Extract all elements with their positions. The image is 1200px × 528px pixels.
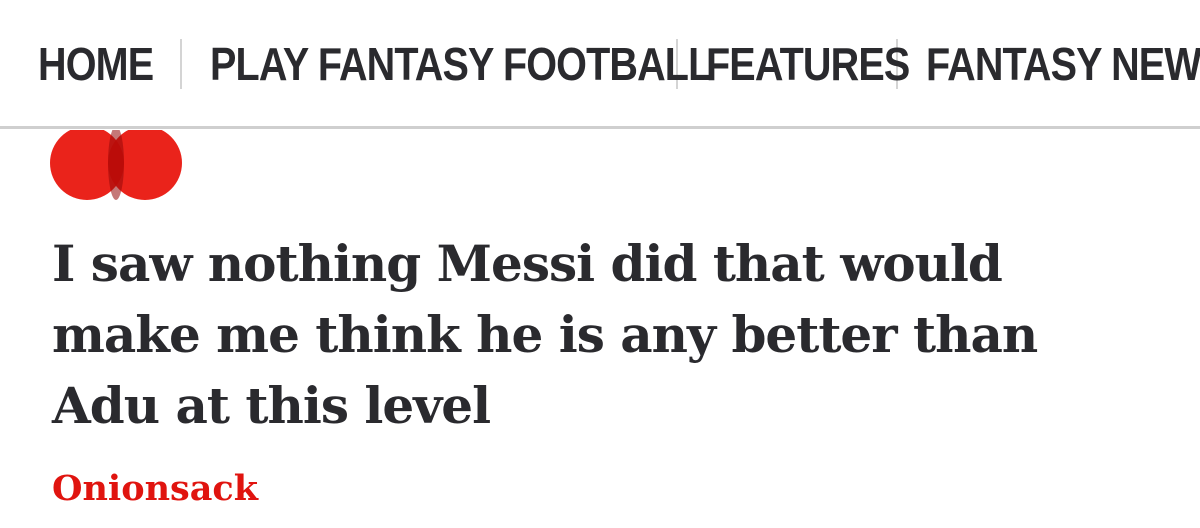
nav-separator bbox=[180, 39, 182, 89]
site-logo[interactable] bbox=[50, 130, 190, 202]
nav-item-fantasy-news[interactable]: FANTASY NEWS bbox=[926, 34, 1200, 94]
nav-item-home[interactable]: HOME bbox=[38, 34, 154, 94]
article-author[interactable]: Onionsack bbox=[52, 464, 258, 514]
article-headline[interactable]: I saw nothing Messi did that would make … bbox=[52, 228, 1152, 441]
nav-item-features[interactable]: FEATURES bbox=[706, 34, 910, 94]
top-navigation: HOME PLAY FANTASY FOOTBALL FEATURES FANT… bbox=[0, 0, 1200, 129]
nav-item-play-fantasy-football[interactable]: PLAY FANTASY FOOTBALL bbox=[210, 34, 712, 94]
nav-items: HOME PLAY FANTASY FOOTBALL FEATURES FANT… bbox=[38, 34, 1200, 94]
